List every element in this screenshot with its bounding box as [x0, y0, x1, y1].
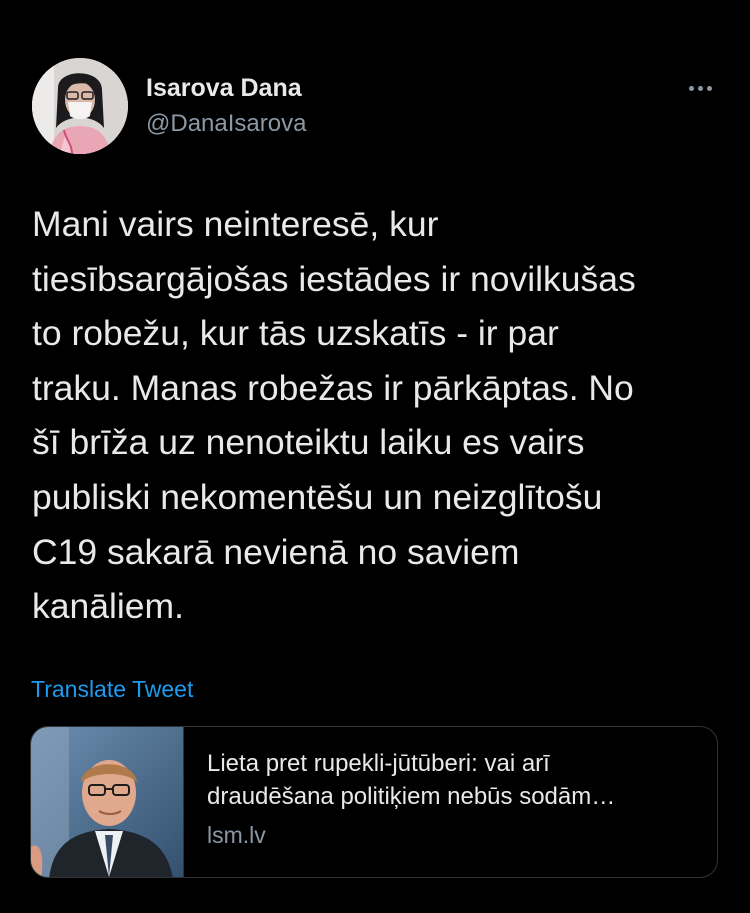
card-title-line: Lieta pret rupekli-jūtūberi: vai arī — [207, 750, 550, 777]
tweet-line: C19 sakarā nevienā no saviem — [32, 531, 520, 572]
more-options-icon[interactable] — [676, 72, 724, 104]
tweet-line: tiesībsargājošas iestādes ir novilkušas — [32, 258, 636, 299]
card-thumbnail — [31, 727, 184, 877]
tweet-line: kanāliem. — [32, 586, 184, 627]
tweet-line: šī brīža uz nenoteiktu laiku es vairs — [32, 422, 585, 463]
profile-photo — [32, 58, 128, 154]
tweet-line: to robežu, kur tās uzskatīs - ir par — [32, 313, 559, 354]
card-title-line: draudēšana politiķiem nebūs sodām… — [207, 783, 616, 810]
author-display-name[interactable]: Isarova Dana — [146, 74, 302, 103]
link-preview-card[interactable]: Lieta pret rupekli-jūtūberi: vai arī dra… — [30, 726, 718, 878]
tweet-line: traku. Manas robežas ir pārkāptas. No — [32, 367, 634, 408]
tweet-text: Mani vairs neinteresē, kur tiesībsargājo… — [32, 197, 732, 634]
more-dot — [697, 85, 703, 91]
more-dot — [688, 85, 694, 91]
card-domain: lsm.lv — [207, 822, 266, 848]
tweet-line: publiski nekomentēšu un neizglītošu — [32, 476, 603, 517]
author-handle[interactable]: @DanaIsarova — [146, 110, 306, 138]
tweet-line: Mani vairs neinteresē, kur — [32, 204, 439, 244]
card-title: Lieta pret rupekli-jūtūberi: vai arī dra… — [207, 747, 707, 813]
more-dot — [706, 85, 712, 91]
article-photo — [31, 727, 183, 877]
avatar[interactable] — [32, 58, 128, 154]
translate-tweet-link[interactable]: Translate Tweet — [31, 676, 193, 703]
